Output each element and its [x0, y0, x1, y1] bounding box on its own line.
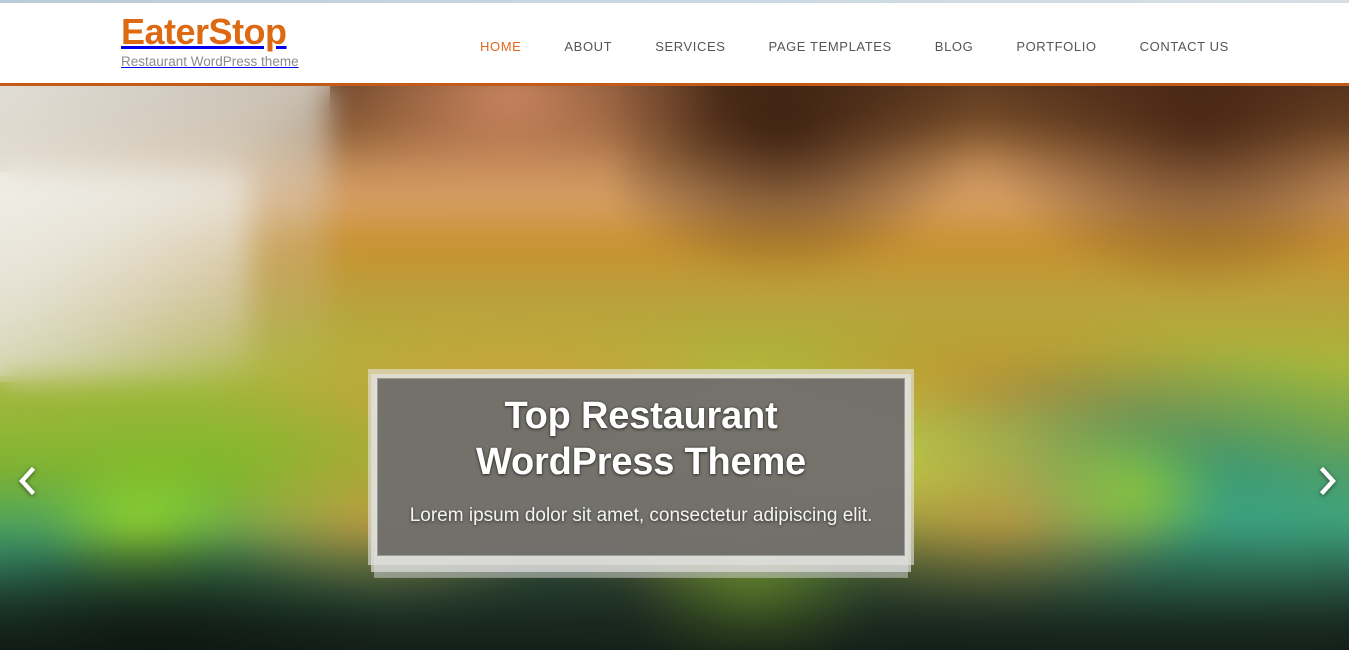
logo-text: EaterStop	[121, 11, 287, 52]
hero-title: Top Restaurant WordPress Theme	[476, 395, 806, 483]
hero-slider: Top Restaurant WordPress Theme Lorem ips…	[0, 86, 1349, 650]
logo-tagline: Restaurant WordPress theme	[121, 54, 299, 69]
nav-item-services[interactable]: SERVICES	[655, 38, 725, 56]
caption-frame: Top Restaurant WordPress Theme Lorem ips…	[368, 369, 914, 565]
chevron-left-icon	[18, 467, 35, 495]
hero-caption: Top Restaurant WordPress Theme Lorem ips…	[368, 369, 914, 581]
slider-next-button[interactable]	[1310, 462, 1346, 500]
site-header: EaterStop Restaurant WordPress theme HOM…	[0, 2, 1349, 86]
site-logo[interactable]: EaterStop Restaurant WordPress theme	[121, 12, 299, 70]
nav-item-portfolio[interactable]: PORTFOLIO	[1016, 38, 1096, 56]
nav-item-page-templates[interactable]: PAGE TEMPLATES	[769, 38, 892, 56]
nav-item-home[interactable]: HOME	[480, 38, 521, 56]
caption-panel: Top Restaurant WordPress Theme Lorem ips…	[377, 378, 905, 556]
slider-prev-button[interactable]	[8, 462, 44, 500]
nav-item-contact-us[interactable]: CONTACT US	[1140, 38, 1229, 56]
main-navigation: HOME ABOUT SERVICES PAGE TEMPLATES BLOG …	[480, 38, 1229, 56]
page-root: EaterStop Restaurant WordPress theme HOM…	[0, 0, 1349, 650]
nav-item-about[interactable]: ABOUT	[564, 38, 612, 56]
nav-item-blog[interactable]: BLOG	[935, 38, 974, 56]
hero-subtitle: Lorem ipsum dolor sit amet, consectetur …	[409, 505, 873, 526]
top-accent-line	[0, 0, 1349, 3]
chevron-right-icon	[1319, 467, 1337, 495]
